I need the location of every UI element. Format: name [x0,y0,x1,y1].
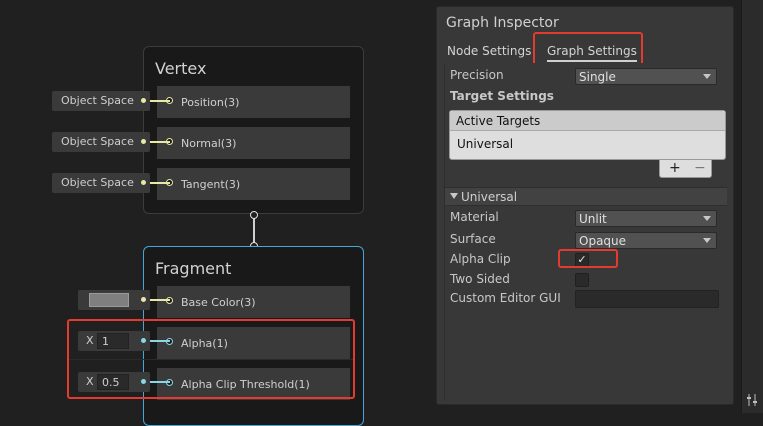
base-color-wire [150,299,170,301]
precision-label: Precision [450,68,504,82]
fragment-node-title: Fragment [155,259,232,278]
chevron-down-icon [703,216,711,221]
precision-value: Single [579,70,616,84]
right-edge-panel [741,0,763,413]
position-input-port [141,98,146,103]
material-dropdown[interactable]: Unlit [575,210,717,227]
target-settings-heading: Target Settings [450,89,554,103]
active-targets-header: Active Targets [450,111,725,131]
alpha-inputs-divider [69,359,353,360]
normal-space-label: Object Space [61,135,134,148]
tangent-space-label: Object Space [61,176,134,189]
remove-target-button[interactable]: − [694,160,706,176]
chevron-down-icon [703,238,711,243]
surface-label: Surface [450,232,496,246]
vertex-node[interactable]: Vertex Position(3) Normal(3) Tangent(3) [143,46,364,214]
vertex-slot-position[interactable]: Position(3) [157,86,350,118]
surface-dropdown[interactable]: Opaque [575,232,717,249]
tangent-space-input[interactable]: Object Space [52,173,150,193]
two-sided-checkbox[interactable] [575,273,589,287]
position-space-input[interactable]: Object Space [52,91,150,111]
base-color-input[interactable] [78,290,150,310]
custom-editor-gui-label: Custom Editor GUI [450,291,561,305]
vertex-node-title: Vertex [155,59,207,78]
surface-value: Opaque [579,234,627,248]
graph-inspector[interactable]: Graph Inspector Node Settings Graph Sett… [436,6,734,405]
alpha-clip-highlight [558,249,618,268]
chevron-down-icon [703,74,711,79]
vertex-slot-normal[interactable]: Normal(3) [157,127,350,159]
tangent-slot-label: Tangent(3) [181,178,241,191]
active-targets-list[interactable]: Active Targets Universal [449,110,726,160]
add-target-button[interactable]: + [669,160,681,176]
normal-wire [150,141,170,143]
position-space-label: Object Space [61,94,134,107]
target-list-footer: + − [659,160,712,178]
expand-arrow-icon [450,193,458,199]
fragment-slot-base-color[interactable]: Base Color(3) [157,286,350,318]
tangent-wire [150,182,170,184]
base-color-swatch[interactable] [89,293,129,307]
base-color-slot-label: Base Color(3) [181,296,256,309]
normal-input-port [141,139,146,144]
tab-node-settings[interactable]: Node Settings [447,44,531,58]
normal-space-input[interactable]: Object Space [52,132,150,152]
inspector-title: Graph Inspector [446,15,559,31]
tangent-input-port [141,180,146,185]
two-sided-label: Two Sided [450,272,510,286]
graph-settings-highlight [533,32,643,66]
alpha-clip-label: Alpha Clip [450,252,511,266]
vertex-slot-tangent[interactable]: Tangent(3) [157,168,350,200]
target-item-universal[interactable]: Universal [457,137,513,151]
position-wire [150,100,170,102]
custom-editor-gui-field[interactable] [575,290,719,308]
position-slot-label: Position(3) [181,96,240,109]
universal-section-label: Universal [461,190,518,204]
sliders-icon[interactable] [746,392,758,406]
vertex-flow-port[interactable] [250,211,258,219]
normal-slot-label: Normal(3) [181,137,237,150]
universal-section-header[interactable]: Universal [445,187,727,206]
material-label: Material [450,210,499,224]
active-targets-header-label: Active Targets [456,114,541,128]
precision-dropdown[interactable]: Single [575,68,717,85]
material-value: Unlit [579,212,607,226]
base-color-input-port [141,297,146,302]
